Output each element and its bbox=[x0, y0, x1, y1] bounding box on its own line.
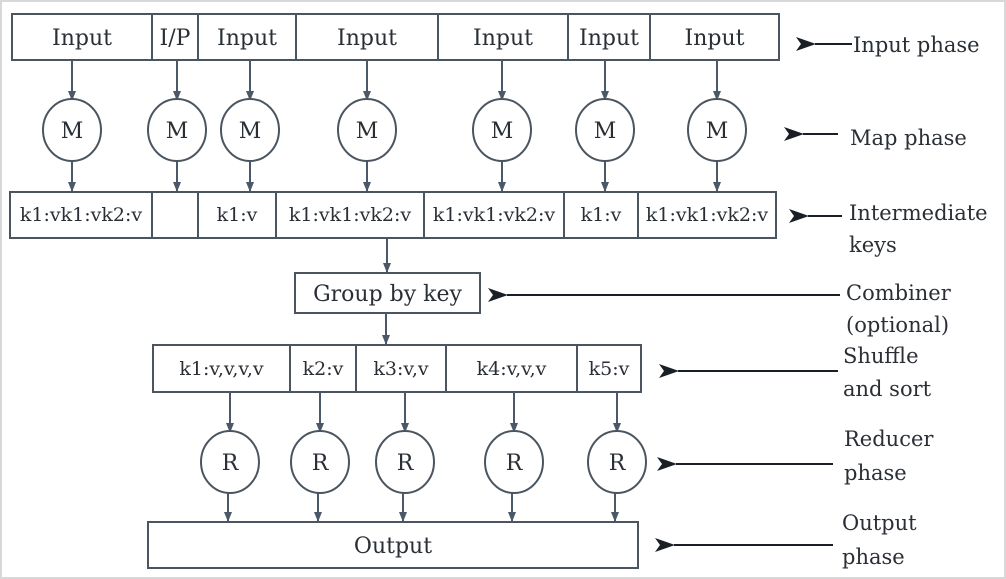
reducer-3: R bbox=[375, 430, 435, 494]
intermediate-key-cell-2 bbox=[151, 191, 199, 239]
input-split-2: I/P bbox=[151, 13, 199, 61]
input-split-label: Input bbox=[217, 26, 277, 51]
mapper-5: M bbox=[472, 98, 532, 162]
input-split-3: Input bbox=[197, 13, 297, 61]
phase-label-text: Intermediate bbox=[849, 201, 988, 225]
intermediate-key-label: k1:vk1:vk2:v bbox=[289, 204, 411, 226]
intermediate-key-label: k1:vk1:vk2:v bbox=[646, 204, 768, 226]
phase-label-text: Input phase bbox=[853, 33, 980, 57]
phase-label-text: Map phase bbox=[850, 126, 967, 150]
intermediate-keys-row: k1:vk1:vk2:v k1:v k1:vk1:vk2:v k1:vk1:vk2:v… bbox=[9, 191, 777, 239]
input-split-label: I/P bbox=[160, 26, 191, 51]
group-by-key-block: Group by key bbox=[294, 238, 481, 345]
shuffled-key-cell-3: k3:v,v bbox=[355, 344, 447, 393]
reducer-2: R bbox=[290, 430, 350, 494]
input-split-label: Input bbox=[579, 26, 639, 51]
phase-labels: Input phase Map phase Intermediate keys Comb… bbox=[488, 33, 988, 569]
phase-label-combiner: Combiner (optional) bbox=[488, 281, 952, 337]
input-row: Input I/P Input Input Input Input Input bbox=[11, 13, 780, 61]
intermediate-key-cell-7: k1:vk1:vk2:v bbox=[637, 191, 777, 239]
shuffled-key-label: k3:v,v bbox=[373, 358, 429, 380]
input-split-label: Input bbox=[337, 26, 397, 51]
reducer-row: RRRRR bbox=[200, 392, 647, 522]
mapper-1: M bbox=[42, 98, 102, 162]
input-split-7: Input bbox=[649, 13, 780, 61]
phase-label-text: Shuffle bbox=[843, 344, 919, 368]
input-split-label: Input bbox=[473, 26, 533, 51]
reducer-label: R bbox=[222, 451, 240, 476]
phase-label-reducer: Reducer phase bbox=[657, 427, 934, 485]
shuffled-key-label: k2:v bbox=[303, 358, 344, 380]
shuffled-key-cell-5: k5:v bbox=[576, 344, 642, 393]
intermediate-key-cell-3: k1:v bbox=[197, 191, 277, 239]
intermediate-key-label: k1:v bbox=[217, 204, 258, 226]
mapper-2: M bbox=[147, 98, 207, 162]
mapper-row: MMMMMMM bbox=[42, 98, 747, 162]
phase-label-map: Map phase bbox=[784, 126, 967, 150]
reducer-4: R bbox=[484, 430, 544, 494]
input-split-6: Input bbox=[567, 13, 651, 61]
input-split-5: Input bbox=[437, 13, 569, 61]
mapper-label: M bbox=[61, 119, 84, 144]
reducer-label: R bbox=[609, 451, 627, 476]
phase-label-text: and sort bbox=[843, 377, 932, 401]
intermediate-key-label: k1:vk1:vk2:v bbox=[20, 204, 142, 226]
reducer-label: R bbox=[312, 451, 330, 476]
mapper-label: M bbox=[356, 119, 379, 144]
phase-label-shuffle: Shuffle and sort bbox=[659, 344, 932, 401]
output-label: Output bbox=[354, 534, 432, 559]
phase-label-text: keys bbox=[849, 233, 897, 257]
phase-label-text: Output bbox=[842, 511, 917, 535]
intermediate-key-cell-4: k1:vk1:vk2:v bbox=[275, 191, 425, 239]
mapper-3: M bbox=[220, 98, 280, 162]
input-split-label: Input bbox=[685, 26, 745, 51]
phase-label-text: (optional) bbox=[846, 313, 949, 337]
reducer-5: R bbox=[587, 430, 647, 494]
intermediate-key-cell-5: k1:vk1:vk2:v bbox=[423, 191, 565, 239]
phase-label-text: Combiner bbox=[846, 281, 952, 305]
phase-label-input: Input phase bbox=[796, 33, 980, 57]
reducer-1: R bbox=[200, 430, 260, 494]
mapper-label: M bbox=[594, 119, 617, 144]
phase-label-output: Output phase bbox=[655, 511, 917, 569]
phase-label-text: phase bbox=[844, 461, 907, 485]
phase-label-text: Reducer bbox=[844, 427, 934, 451]
reducer-label: R bbox=[397, 451, 415, 476]
intermediate-key-box bbox=[151, 191, 199, 239]
reducer-label: R bbox=[506, 451, 524, 476]
shuffled-key-label: k1:v,v,v,v bbox=[179, 358, 264, 380]
shuffled-key-cell-1: k1:v,v,v,v bbox=[152, 344, 291, 393]
intermediate-key-cell-1: k1:vk1:vk2:v bbox=[9, 191, 153, 239]
output-block: Output bbox=[147, 521, 639, 569]
phase-label-text: phase bbox=[842, 545, 905, 569]
shuffle-row: k1:v,v,v,v k2:v k3:v,v k4:v,v,v k5:v bbox=[152, 344, 642, 393]
group-by-key-label: Group by key bbox=[313, 282, 462, 307]
input-split-label: Input bbox=[52, 26, 112, 51]
shuffled-key-cell-2: k2:v bbox=[289, 344, 357, 393]
shuffled-key-label: k5:v bbox=[589, 358, 630, 380]
mapper-label: M bbox=[239, 119, 262, 144]
intermediate-key-label: k1:v bbox=[581, 204, 622, 226]
mapper-label: M bbox=[491, 119, 514, 144]
mapreduce-diagram: Input I/P Input Input Input Input Input M M M M M M… bbox=[0, 0, 1006, 579]
mapper-label: M bbox=[706, 119, 729, 144]
mapper-4: M bbox=[337, 98, 397, 162]
phase-label-intermediate: Intermediate keys bbox=[789, 201, 988, 257]
shuffled-key-label: k4:v,v,v bbox=[477, 358, 547, 380]
intermediate-key-cell-6: k1:v bbox=[563, 191, 639, 239]
shuffled-key-cell-4: k4:v,v,v bbox=[445, 344, 578, 393]
input-split-4: Input bbox=[295, 13, 439, 61]
mapper-label: M bbox=[166, 119, 189, 144]
intermediate-key-label: k1:vk1:vk2:v bbox=[433, 204, 555, 226]
input-split-1: Input bbox=[11, 13, 153, 61]
mapper-6: M bbox=[575, 98, 635, 162]
mapper-7: M bbox=[687, 98, 747, 162]
